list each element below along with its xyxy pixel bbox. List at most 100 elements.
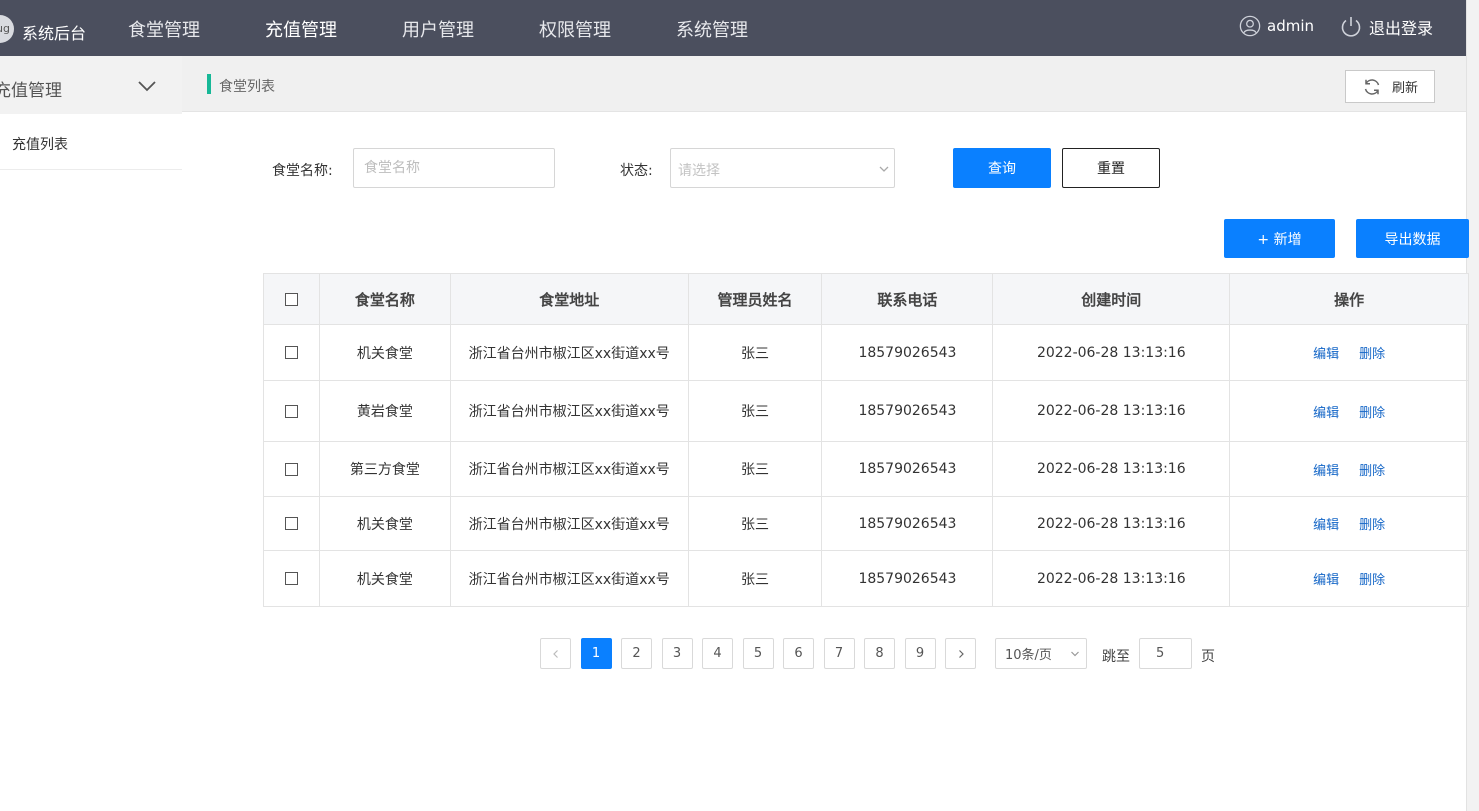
- cell-manager: 张三: [687, 380, 823, 442]
- logout-label: 退出登录: [1369, 19, 1434, 38]
- next-page-button[interactable]: [945, 638, 976, 669]
- reset-button[interactable]: 重置: [1062, 148, 1160, 188]
- user-icon: [1239, 15, 1261, 37]
- column-header: 食堂地址: [449, 273, 689, 325]
- page-button-1[interactable]: 1: [580, 638, 612, 669]
- breadcrumb: 食堂列表 刷新: [182, 56, 1466, 112]
- nav-item-canteen[interactable]: 食堂管理: [128, 16, 200, 42]
- power-icon: [1341, 17, 1361, 37]
- nav-item-recharge[interactable]: 充值管理: [265, 16, 337, 42]
- canteen-table: 食堂名称 食堂地址 管理员姓名 联系电话 创建时间 操作 机关食堂 浙江省台州市…: [263, 273, 1469, 607]
- logout-button[interactable]: 退出登录: [1339, 15, 1433, 39]
- page-button-5[interactable]: 5: [742, 638, 774, 669]
- page-button-2[interactable]: 2: [621, 638, 652, 669]
- sidebar-group-label: 充值管理: [0, 81, 62, 101]
- table-row: 第三方食堂 浙江省台州市椒江区xx街道xx号 张三 18579026543 20…: [263, 441, 1469, 497]
- jump-label: 跳至: [1102, 649, 1130, 665]
- username: admin: [1267, 17, 1314, 35]
- cell-name: 机关食堂: [318, 324, 451, 381]
- select-all-checkbox[interactable]: [284, 293, 298, 306]
- delete-link[interactable]: 删除: [1359, 347, 1385, 362]
- column-header: 管理员姓名: [687, 273, 823, 325]
- row-checkbox[interactable]: [284, 462, 298, 476]
- page-button-8[interactable]: 8: [864, 638, 895, 669]
- column-header: 食堂名称: [318, 273, 451, 325]
- cell-name: 黄岩食堂: [318, 380, 451, 442]
- nav-item-users[interactable]: 用户管理: [402, 16, 474, 42]
- cell-address: 浙江省台州市椒江区xx街道xx号: [449, 380, 689, 442]
- logo: ug: [0, 15, 14, 43]
- cell-name: 机关食堂: [318, 496, 451, 551]
- cell-created: 2022-06-28 13:13:16: [992, 324, 1231, 381]
- cell-manager: 张三: [687, 496, 823, 551]
- row-select-cell: [263, 380, 320, 442]
- page-button-4[interactable]: 4: [702, 638, 733, 669]
- table-row: 机关食堂 浙江省台州市椒江区xx街道xx号 张三 18579026543 202…: [263, 550, 1469, 607]
- cell-manager: 张三: [687, 324, 823, 381]
- sidebar-group-recharge[interactable]: 充值管理: [0, 56, 182, 114]
- row-select-cell: [263, 496, 320, 551]
- row-select-cell: [263, 550, 320, 607]
- edit-link[interactable]: 编辑: [1313, 573, 1339, 588]
- row-checkbox[interactable]: [284, 572, 298, 585]
- column-header: 创建时间: [992, 273, 1231, 325]
- edit-link[interactable]: 编辑: [1313, 406, 1339, 421]
- delete-link[interactable]: 删除: [1359, 573, 1385, 588]
- status-select[interactable]: 请选择: [670, 148, 895, 188]
- refresh-label: 刷新: [1391, 81, 1418, 96]
- cell-name: 机关食堂: [318, 550, 451, 607]
- sidebar-item-label: 充值列表: [12, 137, 68, 153]
- row-select-cell: [263, 324, 320, 381]
- cell-manager: 张三: [687, 550, 823, 607]
- page-size-select[interactable]: 10条/页: [995, 638, 1087, 669]
- delete-link[interactable]: 删除: [1359, 464, 1385, 479]
- chevron-down-icon: [1071, 651, 1079, 657]
- table-row: 机关食堂 浙江省台州市椒江区xx街道xx号 张三 18579026543 202…: [263, 324, 1469, 381]
- export-button[interactable]: 导出数据: [1356, 219, 1469, 258]
- row-select-cell: [263, 441, 320, 497]
- page-button-7[interactable]: 7: [823, 638, 855, 669]
- page-button-3[interactable]: 3: [661, 638, 693, 669]
- table-row: 机关食堂 浙江省台州市椒江区xx街道xx号 张三 18579026543 202…: [263, 496, 1469, 551]
- row-checkbox[interactable]: [284, 346, 298, 359]
- cell-phone: 18579026543: [821, 380, 994, 442]
- cell-actions: 编辑 删除: [1229, 380, 1469, 442]
- edit-link[interactable]: 编辑: [1313, 464, 1339, 479]
- canteen-name-input[interactable]: [353, 148, 555, 188]
- page-button-9[interactable]: 9: [904, 638, 936, 669]
- refresh-button[interactable]: 刷新: [1345, 70, 1435, 103]
- sidebar-item-recharge-list[interactable]: 充值列表: [0, 114, 182, 170]
- chevron-right-icon: [958, 649, 964, 658]
- cell-actions: 编辑 删除: [1229, 550, 1469, 607]
- row-checkbox[interactable]: [284, 517, 298, 530]
- pagination: 1 2 3 4 5 6 7 8 9: [540, 638, 986, 669]
- cell-address: 浙江省台州市椒江区xx街道xx号: [449, 441, 689, 497]
- delete-link[interactable]: 删除: [1359, 518, 1385, 533]
- row-checkbox[interactable]: [284, 404, 298, 418]
- page-unit-label: 页: [1201, 649, 1215, 665]
- user-menu[interactable]: admin: [1239, 15, 1314, 37]
- edit-link[interactable]: 编辑: [1313, 347, 1339, 362]
- column-header: 联系电话: [821, 273, 994, 325]
- query-button[interactable]: 查询: [953, 148, 1051, 188]
- cell-address: 浙江省台州市椒江区xx街道xx号: [449, 550, 689, 607]
- page-button-6[interactable]: 6: [783, 638, 814, 669]
- edit-link[interactable]: 编辑: [1313, 518, 1339, 533]
- jump-page-input[interactable]: [1139, 638, 1192, 669]
- main-nav: 食堂管理 充值管理 用户管理 权限管理 系统管理: [128, 16, 813, 42]
- cell-actions: 编辑 删除: [1229, 324, 1469, 381]
- cell-phone: 18579026543: [821, 441, 994, 497]
- nav-item-permissions[interactable]: 权限管理: [539, 16, 611, 42]
- brand-title: 系统后台: [22, 24, 87, 43]
- breadcrumb-accent: [207, 74, 211, 94]
- delete-link[interactable]: 删除: [1359, 406, 1385, 421]
- prev-page-button[interactable]: [540, 638, 571, 669]
- nav-item-system[interactable]: 系统管理: [676, 16, 748, 42]
- table-header-row: 食堂名称 食堂地址 管理员姓名 联系电话 创建时间 操作: [263, 273, 1469, 325]
- refresh-icon: [1364, 78, 1380, 95]
- add-button[interactable]: + 新增: [1224, 219, 1335, 258]
- cell-phone: 18579026543: [821, 324, 994, 381]
- cell-created: 2022-06-28 13:13:16: [992, 496, 1231, 551]
- cell-created: 2022-06-28 13:13:16: [992, 380, 1231, 442]
- status-placeholder: 请选择: [678, 163, 720, 179]
